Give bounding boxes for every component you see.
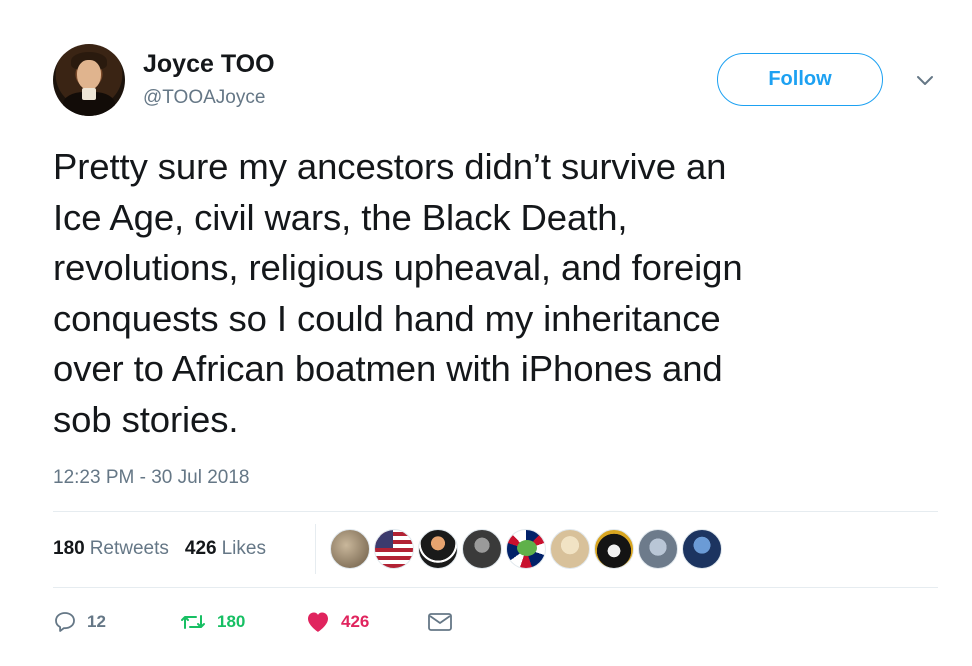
retweet-count: 180: [217, 612, 246, 631]
follow-button[interactable]: Follow: [717, 53, 883, 106]
chevron-down-icon[interactable]: [912, 68, 938, 94]
likes-label: Likes: [221, 538, 266, 559]
author-display-name[interactable]: Joyce TOO: [143, 49, 275, 79]
liker-avatar[interactable]: [594, 529, 634, 569]
tweet-timestamp[interactable]: 12:23 PM - 30 Jul 2018: [53, 466, 249, 490]
reply-count: 12: [87, 612, 106, 631]
retweets-count: 180: [53, 538, 85, 559]
liker-avatar[interactable]: [374, 529, 414, 569]
liker-avatars: [330, 529, 722, 569]
avatar-face: [77, 60, 101, 90]
liker-avatar[interactable]: [418, 529, 458, 569]
divider-bottom: [53, 587, 938, 588]
liker-avatar[interactable]: [550, 529, 590, 569]
envelope-icon: [427, 611, 453, 633]
avatar-collar: [82, 88, 96, 100]
liker-avatar[interactable]: [682, 529, 722, 569]
retweets-label: Retweets: [89, 538, 169, 559]
liker-avatar[interactable]: [462, 529, 502, 569]
author-avatar[interactable]: [53, 44, 125, 116]
direct-message-action[interactable]: [427, 611, 453, 633]
liker-avatar[interactable]: [330, 529, 370, 569]
liker-avatar[interactable]: [638, 529, 678, 569]
retweet-action[interactable]: 180: [179, 610, 269, 634]
like-action[interactable]: 426: [305, 610, 391, 634]
likes-stat[interactable]: 426 Likes: [185, 537, 266, 561]
reply-icon: [53, 610, 77, 634]
stats-divider: [315, 524, 316, 574]
author-handle[interactable]: @TOOAJoyce: [143, 86, 265, 110]
tweet-text: Pretty sure my ancestors didn’t survive …: [53, 146, 743, 440]
reply-action[interactable]: 12: [53, 610, 143, 634]
tweet-actions: 12 180 426: [53, 610, 489, 634]
retweets-stat[interactable]: 180 Retweets: [53, 537, 169, 561]
like-count: 426: [341, 612, 370, 631]
likes-count: 426: [184, 538, 217, 559]
tweet-stats: 180 Retweets 426 Likes: [53, 537, 266, 561]
heart-icon: [305, 610, 331, 634]
liker-avatar[interactable]: [506, 529, 546, 569]
divider-top: [53, 511, 938, 512]
retweet-icon: [179, 610, 207, 634]
